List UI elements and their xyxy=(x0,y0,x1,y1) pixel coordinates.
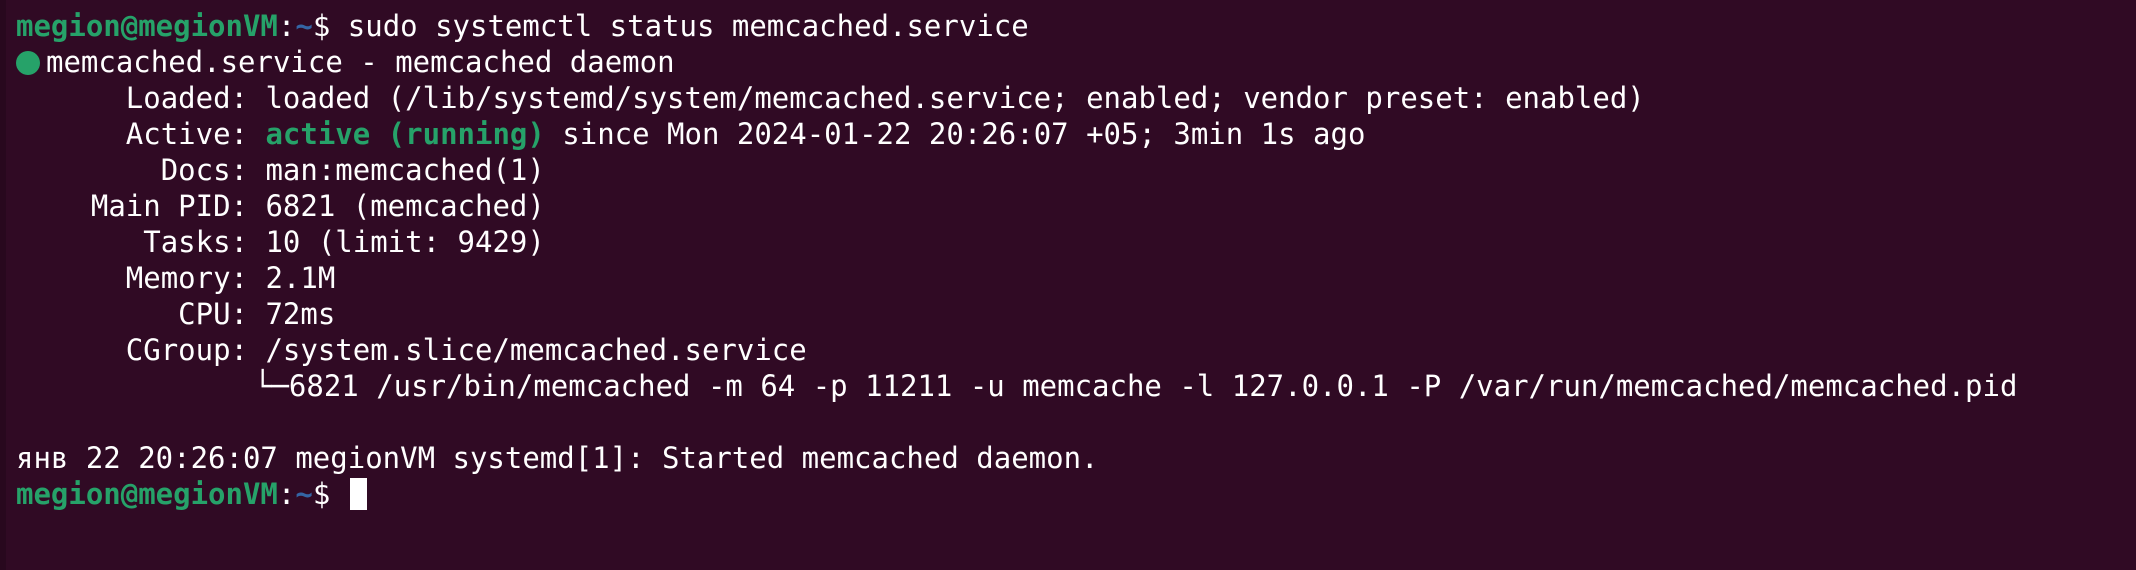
field-cgroup: CGroup: /system.slice/memcached.service xyxy=(16,332,2136,368)
field-value: /system.slice/memcached.service xyxy=(265,333,807,367)
field-value: 2.1M xyxy=(265,261,336,295)
active-status: active (running) xyxy=(265,117,545,151)
field-value: man:memcached(1) xyxy=(265,153,545,187)
terminal-window[interactable]: megion@megionVM:~$ sudo systemctl status… xyxy=(0,0,2136,570)
prompt-line[interactable]: megion@megionVM:~$ xyxy=(16,476,2136,512)
field-key: Active: xyxy=(125,117,248,151)
prompt-colon: : xyxy=(277,477,296,511)
field-value: 10 (limit: 9429) xyxy=(265,225,545,259)
prompt-dollar: $ xyxy=(312,9,331,43)
green-circle-icon xyxy=(16,51,40,75)
unit-title: memcached.service - memcached daemon xyxy=(46,45,675,79)
field-value: 6821 (memcached) xyxy=(265,189,545,223)
prompt-path: ~ xyxy=(295,9,313,43)
window-edge xyxy=(0,0,6,570)
field-key: Tasks: xyxy=(143,225,248,259)
field-key: Main PID: xyxy=(90,189,248,223)
command-line: megion@megionVM:~$ sudo systemctl status… xyxy=(16,8,2136,44)
unit-line: memcached.service - memcached daemon xyxy=(16,44,2136,80)
field-main-pid: Main PID: 6821 (memcached) xyxy=(16,188,2136,224)
prompt-user-host: megion@megionVM xyxy=(16,9,278,43)
field-value: loaded (/lib/systemd/system/memcached.se… xyxy=(265,81,1645,115)
field-key: Docs: xyxy=(160,153,248,187)
prompt-user-host: megion@megionVM xyxy=(16,477,278,511)
field-active: Active: active (running) since Mon 2024-… xyxy=(16,116,2136,152)
field-key: CGroup: xyxy=(125,333,248,367)
field-key: Loaded: xyxy=(125,81,248,115)
field-value: since Mon 2024-01-22 20:26:07 +05; 3min … xyxy=(544,117,1366,151)
command-text: sudo systemctl status memcached.service xyxy=(330,9,1029,43)
field-key: CPU: xyxy=(178,297,248,331)
text-cursor xyxy=(349,478,367,510)
prompt-path: ~ xyxy=(295,477,313,511)
field-docs: Docs: man:memcached(1) xyxy=(16,152,2136,188)
log-line: янв 22 20:26:07 megionVM systemd[1]: Sta… xyxy=(16,441,1099,475)
field-key: Memory: xyxy=(125,261,248,295)
prompt-colon: : xyxy=(277,9,296,43)
field-loaded: Loaded: loaded (/lib/systemd/system/memc… xyxy=(16,80,2136,116)
field-value: 72ms xyxy=(265,297,336,331)
field-tasks: Tasks: 10 (limit: 9429) xyxy=(16,224,2136,260)
cgroup-tree-line: └─6821 /usr/bin/memcached -m 64 -p 11211… xyxy=(254,369,2018,403)
prompt-dollar: $ xyxy=(312,477,331,511)
field-memory: Memory: 2.1M xyxy=(16,260,2136,296)
field-cpu: CPU: 72ms xyxy=(16,296,2136,332)
